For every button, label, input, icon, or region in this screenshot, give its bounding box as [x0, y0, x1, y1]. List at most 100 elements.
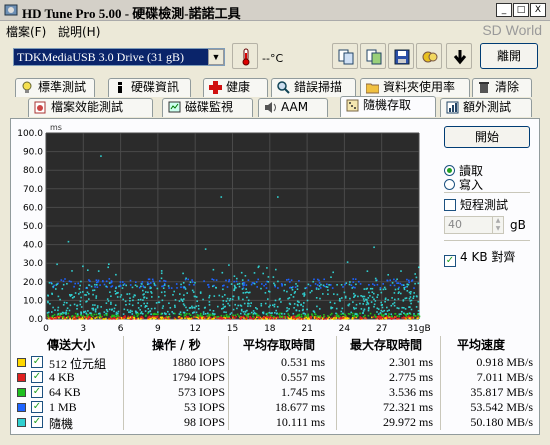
data-point: [111, 285, 114, 287]
data-point: [387, 315, 390, 317]
data-point: [150, 291, 152, 293]
data-point: [250, 317, 253, 319]
data-point: [335, 312, 337, 315]
series-checkbox[interactable]: ✓: [31, 401, 43, 413]
data-point: [113, 307, 116, 310]
short-test-option[interactable]: 短程測試: [444, 196, 508, 213]
maximize-button[interactable]: □: [513, 3, 529, 17]
data-point: [221, 271, 224, 274]
copy-image-button[interactable]: [360, 43, 386, 69]
tab-benchmark[interactable]: 標準測試: [15, 78, 95, 97]
data-point: [357, 295, 359, 298]
data-point: [341, 307, 344, 310]
data-point: [327, 289, 329, 291]
avg-value: 0.531 ms: [280, 355, 325, 369]
data-point: [188, 283, 191, 286]
y-tick-label: 30.0: [23, 259, 43, 269]
y-axis-label: ms: [50, 123, 62, 132]
random-access-chart: ms 100.090.080.070.060.050.040.030.020.0…: [17, 123, 430, 334]
data-point: [268, 311, 271, 314]
data-point: [161, 299, 164, 302]
data-point: [86, 291, 89, 294]
data-point: [270, 317, 272, 320]
short-test-size-input[interactable]: 40 ▲ ▼: [444, 216, 504, 234]
tab-error-scan[interactable]: 錯誤掃描: [271, 78, 356, 97]
tab-info[interactable]: 硬碟資訊: [108, 78, 191, 97]
data-point: [303, 293, 306, 296]
tab-extra-tests[interactable]: 額外測試: [440, 98, 532, 117]
align-option[interactable]: ✓ 4 KB 對齊: [444, 248, 515, 267]
data-point: [342, 317, 345, 319]
temperature-button[interactable]: [232, 43, 258, 69]
data-point: [299, 317, 302, 320]
tab-file-benchmark[interactable]: 檔案效能測試: [28, 98, 153, 117]
data-point: [408, 279, 410, 282]
data-point: [402, 284, 405, 286]
options-button[interactable]: [416, 43, 442, 69]
save-button[interactable]: [388, 43, 414, 69]
data-point: [49, 303, 51, 305]
data-point: [215, 287, 217, 289]
short-test-checkbox[interactable]: [444, 199, 456, 211]
data-point: [228, 279, 231, 281]
align-checkbox[interactable]: ✓: [444, 255, 456, 267]
data-point: [237, 296, 240, 298]
data-point: [249, 317, 251, 320]
write-option[interactable]: 寫入: [444, 176, 483, 193]
data-point: [76, 313, 79, 315]
data-point: [319, 287, 322, 289]
series-checkbox[interactable]: ✓: [31, 356, 43, 368]
write-radio[interactable]: [444, 179, 455, 190]
data-point: [51, 318, 54, 320]
data-point: [404, 308, 407, 310]
data-point: [239, 317, 242, 319]
download-button[interactable]: [446, 43, 472, 69]
tab-health[interactable]: 健康: [203, 78, 268, 97]
data-point: [240, 308, 243, 311]
data-point: [193, 306, 195, 309]
menu-help[interactable]: 說明(H): [58, 23, 100, 40]
data-point: [403, 287, 405, 289]
series-checkbox[interactable]: ✓: [31, 416, 43, 428]
tab-random-access[interactable]: 隨機存取: [340, 96, 436, 117]
spinner-arrows[interactable]: ▲ ▼: [492, 217, 503, 233]
data-point: [164, 280, 167, 282]
minimize-button[interactable]: _: [496, 3, 512, 17]
read-radio[interactable]: [444, 165, 455, 176]
tab-disk-monitor[interactable]: 磁碟監視: [162, 98, 253, 117]
tab-folder-usage[interactable]: 資料夾使用率: [360, 78, 470, 97]
data-point: [373, 284, 376, 286]
series-checkbox[interactable]: ✓: [31, 386, 43, 398]
data-point: [77, 316, 80, 319]
data-point: [344, 313, 346, 316]
data-point: [318, 282, 321, 284]
exit-button[interactable]: 離開: [480, 43, 538, 69]
start-button[interactable]: 開始: [444, 126, 530, 148]
data-point: [129, 309, 132, 312]
data-point: [284, 316, 287, 318]
max-value: 2.301 ms: [388, 355, 433, 369]
series-checkbox[interactable]: ✓: [31, 371, 43, 383]
data-point: [76, 308, 78, 310]
data-point: [314, 283, 317, 285]
data-point: [354, 294, 357, 297]
data-point: [223, 317, 225, 320]
close-button[interactable]: X: [530, 3, 546, 17]
chevron-down-icon[interactable]: ▼: [208, 49, 224, 65]
data-point: [410, 308, 413, 311]
data-point: [359, 302, 361, 305]
tab-erase[interactable]: 清除: [472, 78, 532, 97]
menu-file[interactable]: 檔案(F): [6, 23, 46, 40]
data-point: [301, 315, 303, 318]
data-point: [73, 285, 75, 288]
drive-select[interactable]: TDKMediaUSB 3.0 Drive (31 gB) ▼: [13, 48, 225, 66]
data-point: [160, 277, 163, 280]
data-point: [312, 280, 314, 283]
data-point: [406, 283, 408, 286]
data-point: [281, 313, 283, 315]
tab-aam[interactable]: AAM: [258, 98, 328, 117]
data-point: [266, 267, 268, 269]
data-point: [243, 282, 246, 284]
copy-text-button[interactable]: [332, 43, 358, 69]
data-point: [128, 303, 131, 305]
